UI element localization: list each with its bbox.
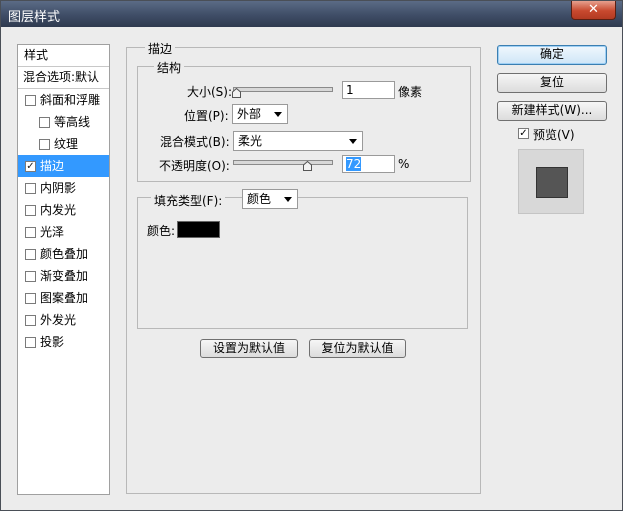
size-slider-thumb[interactable] [232, 88, 241, 98]
title-bar[interactable]: 图层样式 ✕ [1, 1, 622, 27]
ok-button[interactable]: 确定 [497, 45, 607, 65]
size-label: 大小(S): [187, 85, 233, 99]
style-item[interactable]: 光泽 [18, 221, 109, 243]
size-input[interactable]: 1 [342, 81, 395, 99]
new-style-button[interactable]: 新建样式(W)... [497, 101, 607, 121]
size-unit: 像素 [398, 85, 423, 99]
style-item-label: 光泽 [40, 225, 65, 239]
blend-mode-value: 柔光 [238, 134, 263, 148]
style-item-checkbox[interactable] [25, 249, 36, 260]
style-item[interactable]: 等高线 [18, 111, 109, 133]
style-item-label: 渐变叠加 [40, 269, 89, 283]
position-value: 外部 [237, 107, 262, 121]
opacity-unit: % [398, 157, 410, 171]
style-item-checkbox[interactable] [39, 117, 50, 128]
style-item[interactable]: 斜面和浮雕 [18, 89, 109, 111]
chevron-down-icon [274, 112, 282, 117]
size-slider[interactable] [233, 87, 333, 92]
style-item-label: 投影 [40, 335, 65, 349]
fill-type-dropdown[interactable]: 颜色 [242, 189, 298, 209]
blend-mode-label: 混合模式(B): [160, 135, 230, 149]
style-item-label: 描边 [40, 159, 65, 173]
opacity-input[interactable]: 72 [342, 155, 395, 173]
window-title: 图层样式 [8, 10, 61, 25]
style-item-label: 斜面和浮雕 [40, 93, 101, 107]
stroke-group-title: 描边 [145, 40, 176, 57]
style-preview [518, 149, 584, 214]
style-item-checkbox[interactable] [25, 315, 36, 326]
style-item-label: 外发光 [40, 313, 77, 327]
position-label: 位置(P): [184, 109, 229, 123]
preview-label[interactable]: 预览(V) [533, 126, 575, 143]
close-button[interactable]: ✕ [571, 1, 616, 20]
style-item-checkbox[interactable] [25, 205, 36, 216]
styles-list: 样式 混合选项:默认 斜面和浮雕等高线纹理 ✓ 描边内阴影内发光光泽颜色叠加渐变叠加… [17, 44, 110, 495]
style-item[interactable]: 内发光 [18, 199, 109, 221]
style-item-label: 内发光 [40, 203, 77, 217]
style-item[interactable]: 渐变叠加 [18, 265, 109, 287]
style-item[interactable]: 纹理 [18, 133, 109, 155]
preview-swatch [536, 167, 568, 198]
fill-group [137, 197, 468, 329]
style-item-label: 颜色叠加 [40, 247, 89, 261]
opacity-value: 72 [346, 157, 362, 171]
blend-options-item[interactable]: 混合选项:默认 [18, 67, 109, 89]
styles-header[interactable]: 样式 [18, 45, 109, 67]
opacity-label: 不透明度(O): [159, 159, 230, 173]
style-item-checkbox[interactable] [25, 95, 36, 106]
style-item[interactable]: 投影 [18, 331, 109, 353]
style-item-checkbox[interactable] [25, 183, 36, 194]
layer-style-dialog: 图层样式 ✕ 样式 混合选项:默认 斜面和浮雕 等高线 纹理 ✓ 描边 内阴影 内发光 光泽颜… [0, 0, 623, 511]
style-item-checkbox[interactable] [25, 293, 36, 304]
chevron-down-icon [349, 139, 357, 144]
style-item-label: 图案叠加 [40, 291, 89, 305]
structure-group-title: 结构 [154, 59, 185, 76]
style-item-label: 等高线 [54, 115, 91, 129]
close-icon: ✕ [588, 2, 599, 17]
style-item[interactable]: 颜色叠加 [18, 243, 109, 265]
opacity-slider[interactable] [233, 160, 333, 165]
style-item-label: 纹理 [54, 137, 79, 151]
chevron-down-icon [284, 197, 292, 202]
checkmark-icon: ✓ [519, 128, 528, 139]
preview-checkbox[interactable]: ✓ [518, 128, 529, 139]
style-item-checkbox[interactable] [25, 271, 36, 282]
style-item[interactable]: 内阴影 [18, 177, 109, 199]
opacity-slider-thumb[interactable] [302, 161, 312, 171]
color-label: 颜色: [147, 224, 176, 238]
fill-type-value: 颜色 [247, 192, 272, 206]
style-item-checkbox[interactable] [25, 337, 36, 348]
make-default-button[interactable]: 设置为默认值 [200, 339, 298, 358]
style-item[interactable]: ✓ 描边 [18, 155, 109, 177]
position-dropdown[interactable]: 外部 [232, 104, 288, 124]
style-item-checkbox[interactable] [39, 139, 50, 150]
blend-mode-dropdown[interactable]: 柔光 [233, 131, 363, 151]
fill-type-label: 填充类型(F): [151, 192, 226, 209]
style-item[interactable]: 图案叠加 [18, 287, 109, 309]
style-item-checkbox[interactable]: ✓ [25, 161, 36, 172]
style-item-checkbox[interactable] [25, 227, 36, 238]
reset-to-default-button[interactable]: 复位为默认值 [309, 339, 406, 358]
style-item-label: 内阴影 [40, 181, 77, 195]
color-swatch[interactable] [177, 221, 220, 238]
style-item[interactable]: 外发光 [18, 309, 109, 331]
reset-button[interactable]: 复位 [497, 73, 607, 93]
